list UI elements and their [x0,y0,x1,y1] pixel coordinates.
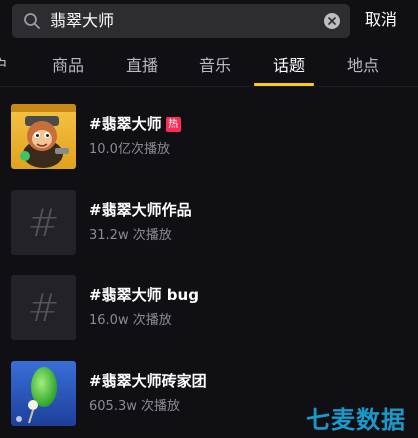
search-input[interactable]: 翡翠大师 [50,11,114,31]
hot-badge: 热 [165,116,181,132]
hashtag-icon: # [11,275,76,340]
play-count: 16.0w 次播放 [89,313,172,328]
hashtag-icon: # [11,190,76,255]
tab-music[interactable]: 音乐 [199,55,231,77]
play-count: 605.3w 次播放 [89,399,180,414]
jade-pendant-thumbnail [11,361,76,426]
cancel-button[interactable]: 取消 [365,10,397,30]
cartoon-monkey-thumbnail [11,104,76,169]
topic-result[interactable]: #翡翠大师 热 10.0亿次播放 [0,104,418,174]
search-bar[interactable]: 翡翠大师 [12,4,350,38]
search-icon [24,13,40,29]
topic-result[interactable]: # #翡翠大师 bug 16.0w 次播放 [0,275,418,345]
tab-places[interactable]: 地点 [347,55,379,77]
watermark: 七麦数据 [306,406,406,434]
title-row: #翡翠大师作品 [89,200,192,220]
topic-title: #翡翠大师 [89,115,162,133]
tab-topics[interactable]: 话题 [273,55,305,77]
play-count: 31.2w 次播放 [89,228,172,243]
title-row: #翡翠大师 热 [89,114,181,134]
title-row: #翡翠大师砖家团 [89,371,207,391]
tab-divider [0,86,418,87]
tab-products[interactable]: 商品 [52,55,84,77]
tab-user[interactable]: 户 [0,55,8,77]
search-results-screen: 翡翠大师 取消 户 商品 直播 音乐 话题 地点 #翡翠大师 热 10.0亿次播… [0,0,418,438]
play-count: 10.0亿次播放 [89,142,170,157]
title-row: #翡翠大师 bug [89,285,199,305]
topic-title: #翡翠大师 bug [89,286,199,304]
category-tabs: 户 商品 直播 音乐 话题 地点 [0,50,418,86]
tab-live[interactable]: 直播 [126,55,158,77]
clear-icon[interactable] [324,13,340,29]
topic-result[interactable]: # #翡翠大师作品 31.2w 次播放 [0,190,418,260]
topic-title: #翡翠大师作品 [89,201,192,219]
topic-title: #翡翠大师砖家团 [89,372,207,390]
